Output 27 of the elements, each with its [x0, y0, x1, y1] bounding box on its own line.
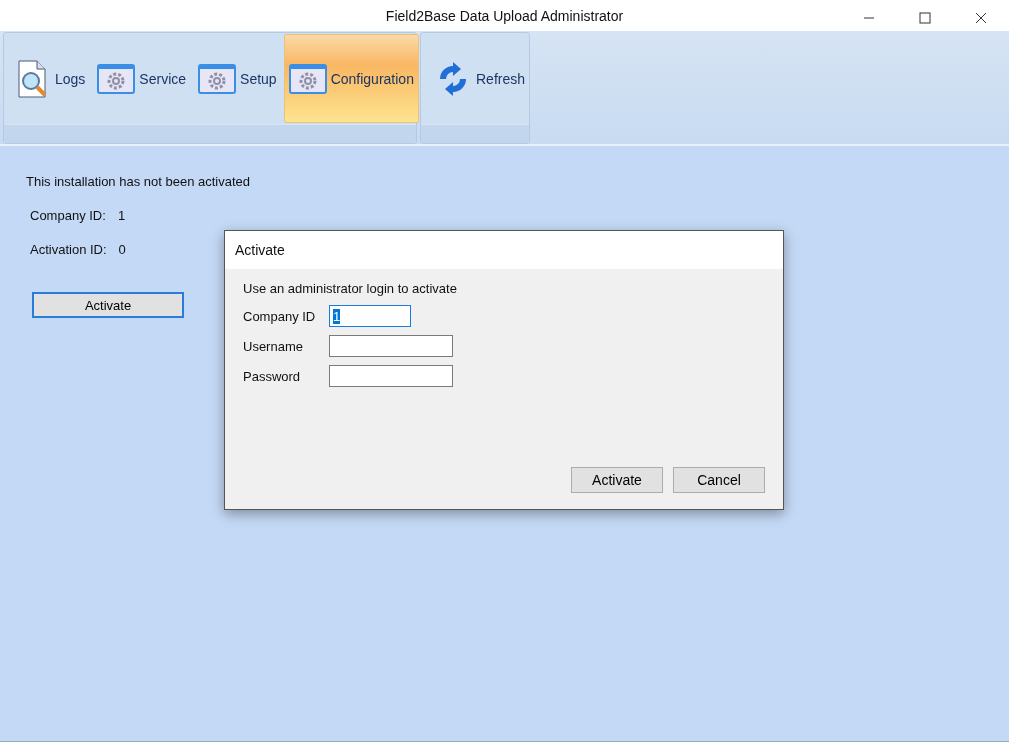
info-label: Company ID:: [30, 208, 106, 223]
info-value: 1: [117, 208, 126, 223]
field-label: Company ID: [243, 308, 317, 324]
gear-window-icon: [198, 63, 237, 94]
gear-window-icon: [97, 63, 136, 94]
activate-button[interactable]: Activate: [32, 292, 184, 318]
ribbon-button[interactable]: Logs: [12, 34, 91, 123]
info-value: 0: [118, 242, 126, 257]
dialog-button[interactable]: Activate: [571, 467, 663, 493]
window-title: Field2Base Data Upload Administrator: [385, 7, 624, 24]
ribbon-button[interactable]: Setup: [193, 34, 282, 123]
close-icon[interactable]: [975, 12, 987, 24]
maximize-icon[interactable]: [919, 12, 931, 24]
input-field[interactable]: [329, 365, 453, 387]
input-field[interactable]: [329, 335, 453, 357]
dialog-button[interactable]: Cancel: [673, 467, 765, 493]
ribbon-button[interactable]: Service: [92, 34, 192, 123]
ribbon-button[interactable]: Configuration: [283, 34, 419, 123]
gear-window-icon: [288, 63, 327, 94]
activation-status-text: This installation has not been activated: [26, 174, 251, 189]
ribbon-button[interactable]: Refresh: [429, 34, 531, 123]
field-label: Username: [243, 338, 304, 354]
field-label: Password: [243, 368, 302, 384]
input-field[interactable]: 1: [329, 305, 411, 327]
info-label: Activation ID:: [30, 242, 107, 257]
dialog-instruction: Use an administrator login to activate: [243, 281, 458, 296]
dialog-title: Activate: [235, 242, 285, 258]
